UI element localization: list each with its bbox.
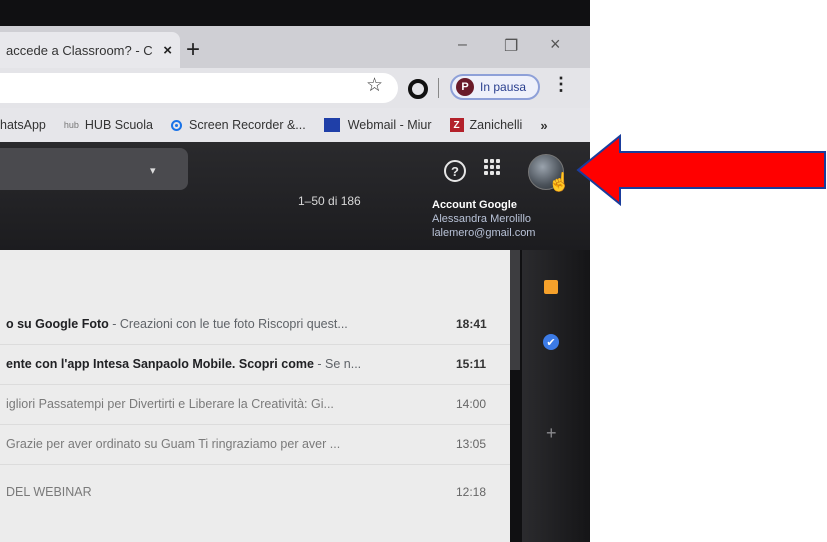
mail-row[interactable]: DEL WEBINAR 12:18: [0, 472, 510, 512]
window-close-icon[interactable]: ×: [550, 34, 561, 55]
mail-snippet: DEL WEBINAR: [6, 485, 92, 499]
extension-icon[interactable]: [408, 79, 428, 99]
screen-photo: accede a Classroom? - C × + – ❐ × ☆ P In…: [0, 0, 590, 542]
tooltip-email: lalemero@gmail.com: [432, 227, 536, 239]
red-arrow-annotation: [576, 134, 826, 206]
mail-time: 12:18: [456, 485, 487, 499]
new-tab-icon[interactable]: +: [186, 36, 200, 64]
bookmark-webmail-miur[interactable]: Webmail - Miur: [323, 118, 432, 132]
page-count: 1–50 di 186: [298, 194, 361, 208]
mail-search-box[interactable]: ▾: [0, 148, 188, 190]
red-arrow-shape: [576, 134, 826, 206]
screen-recorder-icon: [171, 119, 182, 131]
restore-icon[interactable]: ❐: [504, 36, 518, 56]
mail-time: 18:41: [456, 317, 487, 331]
tooltip-title: Account Google: [432, 199, 517, 211]
mail-snippet: - Se n...: [313, 357, 362, 371]
eu-flag-icon: [323, 118, 340, 132]
bookmark-whatsapp[interactable]: hatsApp: [0, 118, 46, 132]
toolbar-separator: [438, 78, 439, 98]
zanichelli-icon: Z: [449, 118, 464, 132]
bookmark-star-icon[interactable]: ☆: [366, 74, 383, 97]
bookmark-screen-recorder[interactable]: Screen Recorder &...: [171, 118, 306, 132]
keep-icon[interactable]: [544, 280, 558, 294]
bookmark-zanichelli[interactable]: Z Zanichelli: [449, 118, 523, 132]
profile-button[interactable]: P In pausa: [450, 74, 540, 100]
mail-subject: o su Google Foto: [6, 317, 109, 331]
account-tooltip: Account Google Alessandra Merolillo lale…: [432, 198, 582, 240]
bookmark-label: Zanichelli: [469, 118, 523, 132]
bookmark-hub-scuola[interactable]: hub HUB Scuola: [64, 118, 153, 132]
mail-time: 13:05: [456, 437, 487, 451]
mail-row[interactable]: igliori Passatempi per Divertirti e Libe…: [0, 384, 510, 425]
mail-row[interactable]: Grazie per aver ordinato su Guam Ti ring…: [0, 424, 510, 465]
browser-title-bar: accede a Classroom? - C × + – ❐ ×: [0, 26, 590, 68]
profile-avatar: P: [456, 78, 474, 96]
google-apps-icon[interactable]: [484, 159, 500, 175]
bookmarks-more-icon[interactable]: »: [540, 118, 547, 133]
mail-subject: ente con l'app Intesa Sanpaolo Mobile. S…: [6, 357, 314, 371]
search-options-icon[interactable]: ▾: [150, 164, 156, 177]
mail-list: o su Google Foto - Creazioni con le tue …: [0, 250, 510, 542]
mail-row[interactable]: o su Google Foto - Creazioni con le tue …: [0, 304, 510, 345]
mail-snippet: - Creazioni con le tue foto Riscopri que…: [108, 317, 348, 331]
mail-time: 14:00: [456, 397, 487, 411]
hand-cursor-icon: ☝: [548, 172, 571, 192]
tooltip-name: Alessandra Merolillo: [432, 213, 532, 225]
tab-close-icon[interactable]: ×: [163, 42, 172, 59]
mail-list-scrollbar[interactable]: [510, 250, 520, 370]
hub-icon: hub: [63, 120, 79, 130]
help-icon[interactable]: ?: [444, 160, 466, 182]
browser-tab[interactable]: accede a Classroom? - C ×: [0, 32, 180, 68]
tab-title: accede a Classroom? - C: [6, 42, 153, 58]
add-addon-icon[interactable]: +: [546, 423, 557, 444]
bookmarks-bar: hatsApp hub HUB Scuola Screen Recorder &…: [0, 108, 590, 142]
address-bar[interactable]: [0, 73, 398, 103]
profile-status-label: In pausa: [480, 80, 527, 94]
mail-row[interactable]: ente con l'app Intesa Sanpaolo Mobile. S…: [0, 344, 510, 385]
gmail-header: ▾ ? ☝ 1–50 di 186 Account Google Alessan…: [0, 142, 590, 250]
address-bar-row: ☆ P In pausa ⋮: [0, 68, 590, 108]
mail-snippet: igliori Passatempi per Divertirti e Libe…: [6, 397, 334, 411]
bookmark-label: hatsApp: [0, 118, 46, 132]
mail-time: 15:11: [456, 357, 487, 371]
bookmark-label: HUB Scuola: [84, 118, 153, 132]
browser-menu-icon[interactable]: ⋮: [552, 74, 570, 95]
tasks-icon[interactable]: ✔: [543, 334, 559, 350]
mail-snippet: Grazie per aver ordinato su Guam Ti ring…: [6, 437, 341, 451]
minimize-icon[interactable]: –: [458, 36, 467, 54]
bookmark-label: Webmail - Miur: [347, 118, 432, 132]
bookmark-label: Screen Recorder &...: [189, 118, 306, 132]
